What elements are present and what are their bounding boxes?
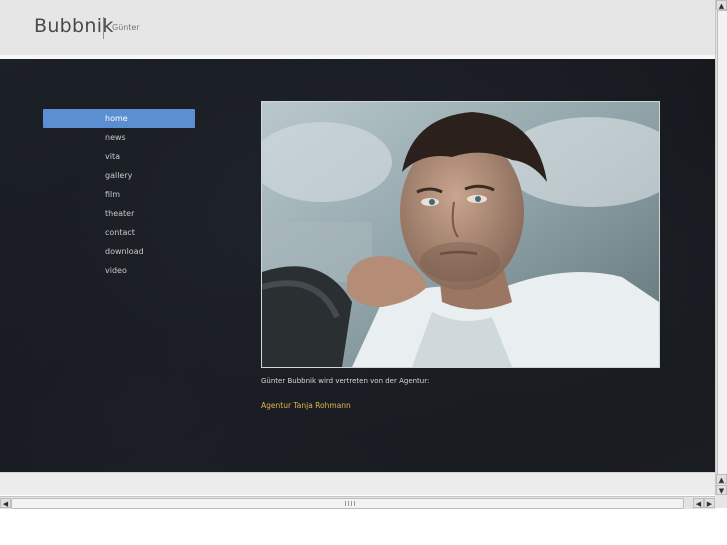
nav-item-vita[interactable]: vita xyxy=(43,147,195,166)
scroll-down-icon[interactable]: ▼ xyxy=(716,485,727,495)
nav-item-gallery[interactable]: gallery xyxy=(43,166,195,185)
page-footer-band xyxy=(0,472,715,495)
nav-item-news[interactable]: news xyxy=(43,128,195,147)
site-subtitle: Günter xyxy=(112,23,140,32)
vertical-scroll-thumb[interactable] xyxy=(717,10,727,475)
scrollbar-corner xyxy=(715,495,727,508)
portrait-photo xyxy=(261,101,660,368)
scroll-up-icon[interactable]: ▲ xyxy=(716,474,727,484)
agency-link[interactable]: Agentur Tanja Rohmann xyxy=(261,401,351,410)
nav-item-download[interactable]: download xyxy=(43,242,195,261)
nav-item-video[interactable]: video xyxy=(43,261,195,280)
nav-item-theater[interactable]: theater xyxy=(43,204,195,223)
nav-item-home[interactable]: home xyxy=(43,109,195,128)
site-header: Bubbnik Günter xyxy=(0,0,715,56)
nav-item-film[interactable]: film xyxy=(43,185,195,204)
vertical-scrollbar[interactable]: ▲ ▲ ▼ xyxy=(715,0,727,495)
horizontal-scrollbar[interactable]: ◀ ◀ ▶ xyxy=(0,496,715,509)
site-title[interactable]: Bubbnik xyxy=(34,15,114,37)
representation-caption: Günter Bubbnik wird vertreten von der Ag… xyxy=(261,377,430,385)
scroll-up-icon[interactable]: ▲ xyxy=(716,0,727,10)
scroll-left-icon[interactable]: ◀ xyxy=(0,498,11,508)
scroll-left-icon[interactable]: ◀ xyxy=(693,498,704,508)
scroll-right-icon[interactable]: ▶ xyxy=(704,498,715,508)
browser-viewport: Bubbnik Günter home news vita gallery fi… xyxy=(0,0,715,495)
main-navigation: home news vita gallery film theater cont… xyxy=(43,109,195,280)
main-stage: home news vita gallery film theater cont… xyxy=(0,59,715,472)
title-divider xyxy=(103,17,104,39)
nav-item-contact[interactable]: contact xyxy=(43,223,195,242)
horizontal-scroll-thumb[interactable] xyxy=(11,498,684,509)
scroll-grip xyxy=(345,501,357,506)
